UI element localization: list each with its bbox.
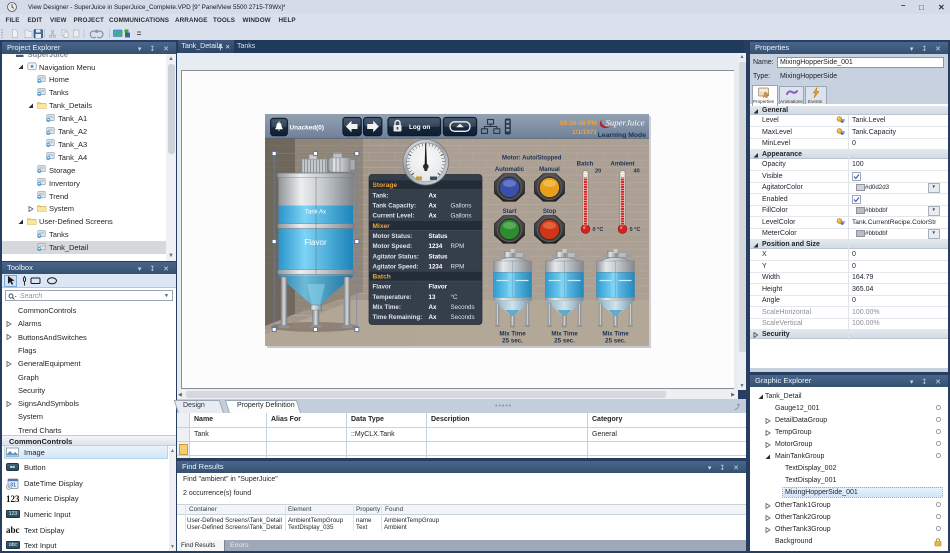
svg-text:Tank:: Tank: [372, 192, 388, 199]
svg-text:40: 40 [633, 168, 639, 174]
svg-text:Storage: Storage [372, 182, 397, 189]
svg-text:Seconds: Seconds [450, 314, 474, 321]
svg-text:25 sec.: 25 sec. [502, 337, 523, 344]
svg-text:Start: Start [502, 209, 516, 215]
svg-text:Agitator Status:: Agitator Status: [372, 253, 418, 260]
svg-text:Unacked(0): Unacked(0) [289, 124, 323, 131]
svg-text:Motor Speed:: Motor Speed: [372, 243, 412, 250]
svg-text:RPM: RPM [450, 263, 464, 270]
svg-text:0 °C: 0 °C [592, 227, 603, 233]
svg-text:Ax: Ax [428, 314, 436, 321]
svg-text:Time Remaining:: Time Remaining: [372, 314, 422, 321]
svg-text:Mixer: Mixer [372, 222, 390, 229]
svg-text:08:30:48 PM: 08:30:48 PM [560, 120, 597, 127]
svg-text:Ambient: Ambient [610, 161, 634, 167]
svg-text:Current Level:: Current Level: [372, 212, 414, 219]
svg-text:Batch: Batch [372, 273, 390, 280]
svg-text:SuperJuice: SuperJuice [605, 117, 644, 127]
svg-text:Tank Ax: Tank Ax [304, 209, 325, 215]
svg-text:Ax: Ax [428, 192, 436, 199]
svg-text:Mix Time:: Mix Time: [372, 304, 400, 311]
svg-text:1234: 1234 [428, 243, 442, 250]
svg-text:Flavor: Flavor [304, 238, 327, 247]
svg-text:Mix Time: Mix Time [499, 330, 526, 337]
svg-text:Automatic: Automatic [494, 167, 524, 173]
svg-text:Gallons: Gallons [450, 202, 471, 209]
svg-text:Seconds: Seconds [450, 304, 474, 311]
svg-text:Stop: Stop [542, 209, 556, 215]
svg-text:Status: Status [428, 233, 447, 240]
svg-text:Gallons: Gallons [450, 212, 471, 219]
svg-text:Agitator Speed:: Agitator Speed: [372, 263, 418, 270]
svg-text:Motor Status:: Motor Status: [372, 233, 412, 240]
svg-text:Manual: Manual [539, 167, 560, 173]
svg-text:Mix Time: Mix Time [551, 330, 578, 337]
svg-text:Tank Capacity:: Tank Capacity: [372, 202, 416, 209]
svg-text:Ax: Ax [428, 304, 436, 311]
svg-text:25 sec.: 25 sec. [554, 337, 575, 344]
svg-text:Mix Time: Mix Time [602, 330, 629, 337]
svg-text:Temperature:: Temperature: [372, 293, 411, 300]
svg-text:Ax: Ax [428, 202, 436, 209]
svg-text:25 sec.: 25 sec. [605, 337, 626, 344]
svg-text:13: 13 [428, 293, 435, 300]
svg-text:Status: Status [428, 253, 447, 260]
svg-text:1234: 1234 [428, 263, 442, 270]
svg-text:°C: °C [450, 293, 457, 300]
svg-text:20: 20 [595, 168, 601, 174]
svg-text:Motor: Auto/Stopped: Motor: Auto/Stopped [502, 155, 562, 161]
svg-text:1/1/1971: 1/1/1971 [572, 128, 597, 135]
svg-text:RPM: RPM [450, 243, 464, 250]
svg-text:Flavor: Flavor [372, 283, 391, 290]
svg-text:Learning Mode: Learning Mode [597, 131, 646, 138]
svg-text:Ax: Ax [428, 212, 436, 219]
svg-text:0 °C: 0 °C [629, 227, 640, 233]
svg-text:Batch: Batch [576, 161, 593, 167]
svg-text:Log on: Log on [409, 124, 430, 131]
svg-text:Flavor: Flavor [428, 283, 447, 290]
